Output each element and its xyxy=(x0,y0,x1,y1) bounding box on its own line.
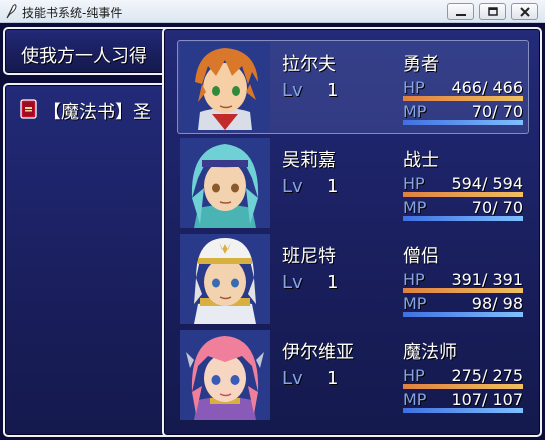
actor-row[interactable]: 拉尔夫 勇者 Lv 1 HP 466/ 466 MP 70/ 70 xyxy=(177,40,531,134)
item-entry[interactable]: 【魔法书】圣 xyxy=(15,97,185,123)
level-value: 1 xyxy=(327,368,339,389)
level-label: Lv xyxy=(282,272,303,293)
mp-value: 107/ 107 xyxy=(451,390,523,409)
hp-label: HP xyxy=(403,174,425,193)
item-list-window: 【魔法书】圣 xyxy=(3,83,178,437)
level-value: 1 xyxy=(327,80,339,101)
actor-name: 伊尔维亚 xyxy=(282,342,354,363)
actor-class: 魔法师 xyxy=(403,342,457,363)
mp-value: 98/ 98 xyxy=(471,294,523,313)
hp-gauge xyxy=(403,192,523,197)
actor-portrait xyxy=(180,138,270,228)
mp-label: MP xyxy=(403,198,427,217)
actor-row[interactable]: 伊尔维亚 魔法师 Lv 1 HP 275/ 275 MP 107/ 107 xyxy=(177,328,531,422)
hp-gauge xyxy=(403,96,523,101)
actor-class: 战士 xyxy=(403,150,439,171)
hp-gauge-fill xyxy=(403,384,523,389)
mp-gauge xyxy=(403,408,523,413)
maximize-icon xyxy=(488,7,498,16)
close-button[interactable] xyxy=(511,3,538,20)
mp-label: MP xyxy=(403,390,427,409)
actor-name: 班尼特 xyxy=(282,246,336,267)
window-title: 技能书系统-纯事件 xyxy=(22,6,123,20)
mp-label: MP xyxy=(403,102,427,121)
maximize-button[interactable] xyxy=(479,3,506,20)
minimize-icon xyxy=(456,14,466,16)
actor-class: 僧侣 xyxy=(403,246,439,267)
mp-value: 70/ 70 xyxy=(471,198,523,217)
level-label: Lv xyxy=(282,80,303,101)
level-value: 1 xyxy=(327,272,339,293)
mp-gauge-fill xyxy=(403,120,523,125)
help-window: 使我方一人习得 xyxy=(3,27,178,75)
spellbook-icon xyxy=(20,99,37,119)
level-value: 1 xyxy=(327,176,339,197)
mp-value: 70/ 70 xyxy=(471,102,523,121)
close-icon xyxy=(520,7,530,17)
actor-portrait xyxy=(180,42,270,132)
hp-value: 275/ 275 xyxy=(451,366,523,385)
level-label: Lv xyxy=(282,368,303,389)
minimize-button[interactable] xyxy=(447,3,474,20)
mp-gauge xyxy=(403,216,523,221)
hp-value: 391/ 391 xyxy=(451,270,523,289)
mp-gauge-fill xyxy=(403,408,523,413)
actor-class: 勇者 xyxy=(403,54,439,75)
help-text: 使我方一人习得 xyxy=(21,46,147,67)
actor-portrait xyxy=(180,330,270,420)
mp-gauge xyxy=(403,120,523,125)
actor-row[interactable]: 吴莉嘉 战士 Lv 1 HP 594/ 594 MP 70/ 70 xyxy=(177,136,531,230)
actor-portrait xyxy=(180,234,270,324)
mp-gauge-fill xyxy=(403,312,523,317)
hp-value: 466/ 466 xyxy=(451,78,523,97)
actor-select-window: 拉尔夫 勇者 Lv 1 HP 466/ 466 MP 70/ 70 吴莉嘉 战士… xyxy=(162,27,542,437)
hp-label: HP xyxy=(403,78,425,97)
hp-gauge-fill xyxy=(403,288,523,293)
actor-name: 拉尔夫 xyxy=(282,54,336,75)
hp-label: HP xyxy=(403,366,425,385)
actor-name: 吴莉嘉 xyxy=(282,150,336,171)
actor-row[interactable]: 班尼特 僧侣 Lv 1 HP 391/ 391 MP 98/ 98 xyxy=(177,232,531,326)
game-screen: 使我方一人习得 【魔法书】圣 拉尔夫 勇者 Lv 1 HP 466/ 466 M… xyxy=(0,23,545,440)
item-name: 【魔法书】圣 xyxy=(43,102,151,123)
hp-label: HP xyxy=(403,270,425,289)
mp-label: MP xyxy=(403,294,427,313)
mp-gauge-fill xyxy=(403,216,523,221)
hp-value: 594/ 594 xyxy=(451,174,523,193)
feather-icon xyxy=(6,4,17,19)
window-titlebar[interactable]: 技能书系统-纯事件 xyxy=(0,0,545,23)
hp-gauge xyxy=(403,288,523,293)
hp-gauge-fill xyxy=(403,96,523,101)
level-label: Lv xyxy=(282,176,303,197)
hp-gauge xyxy=(403,384,523,389)
hp-gauge-fill xyxy=(403,192,523,197)
mp-gauge xyxy=(403,312,523,317)
